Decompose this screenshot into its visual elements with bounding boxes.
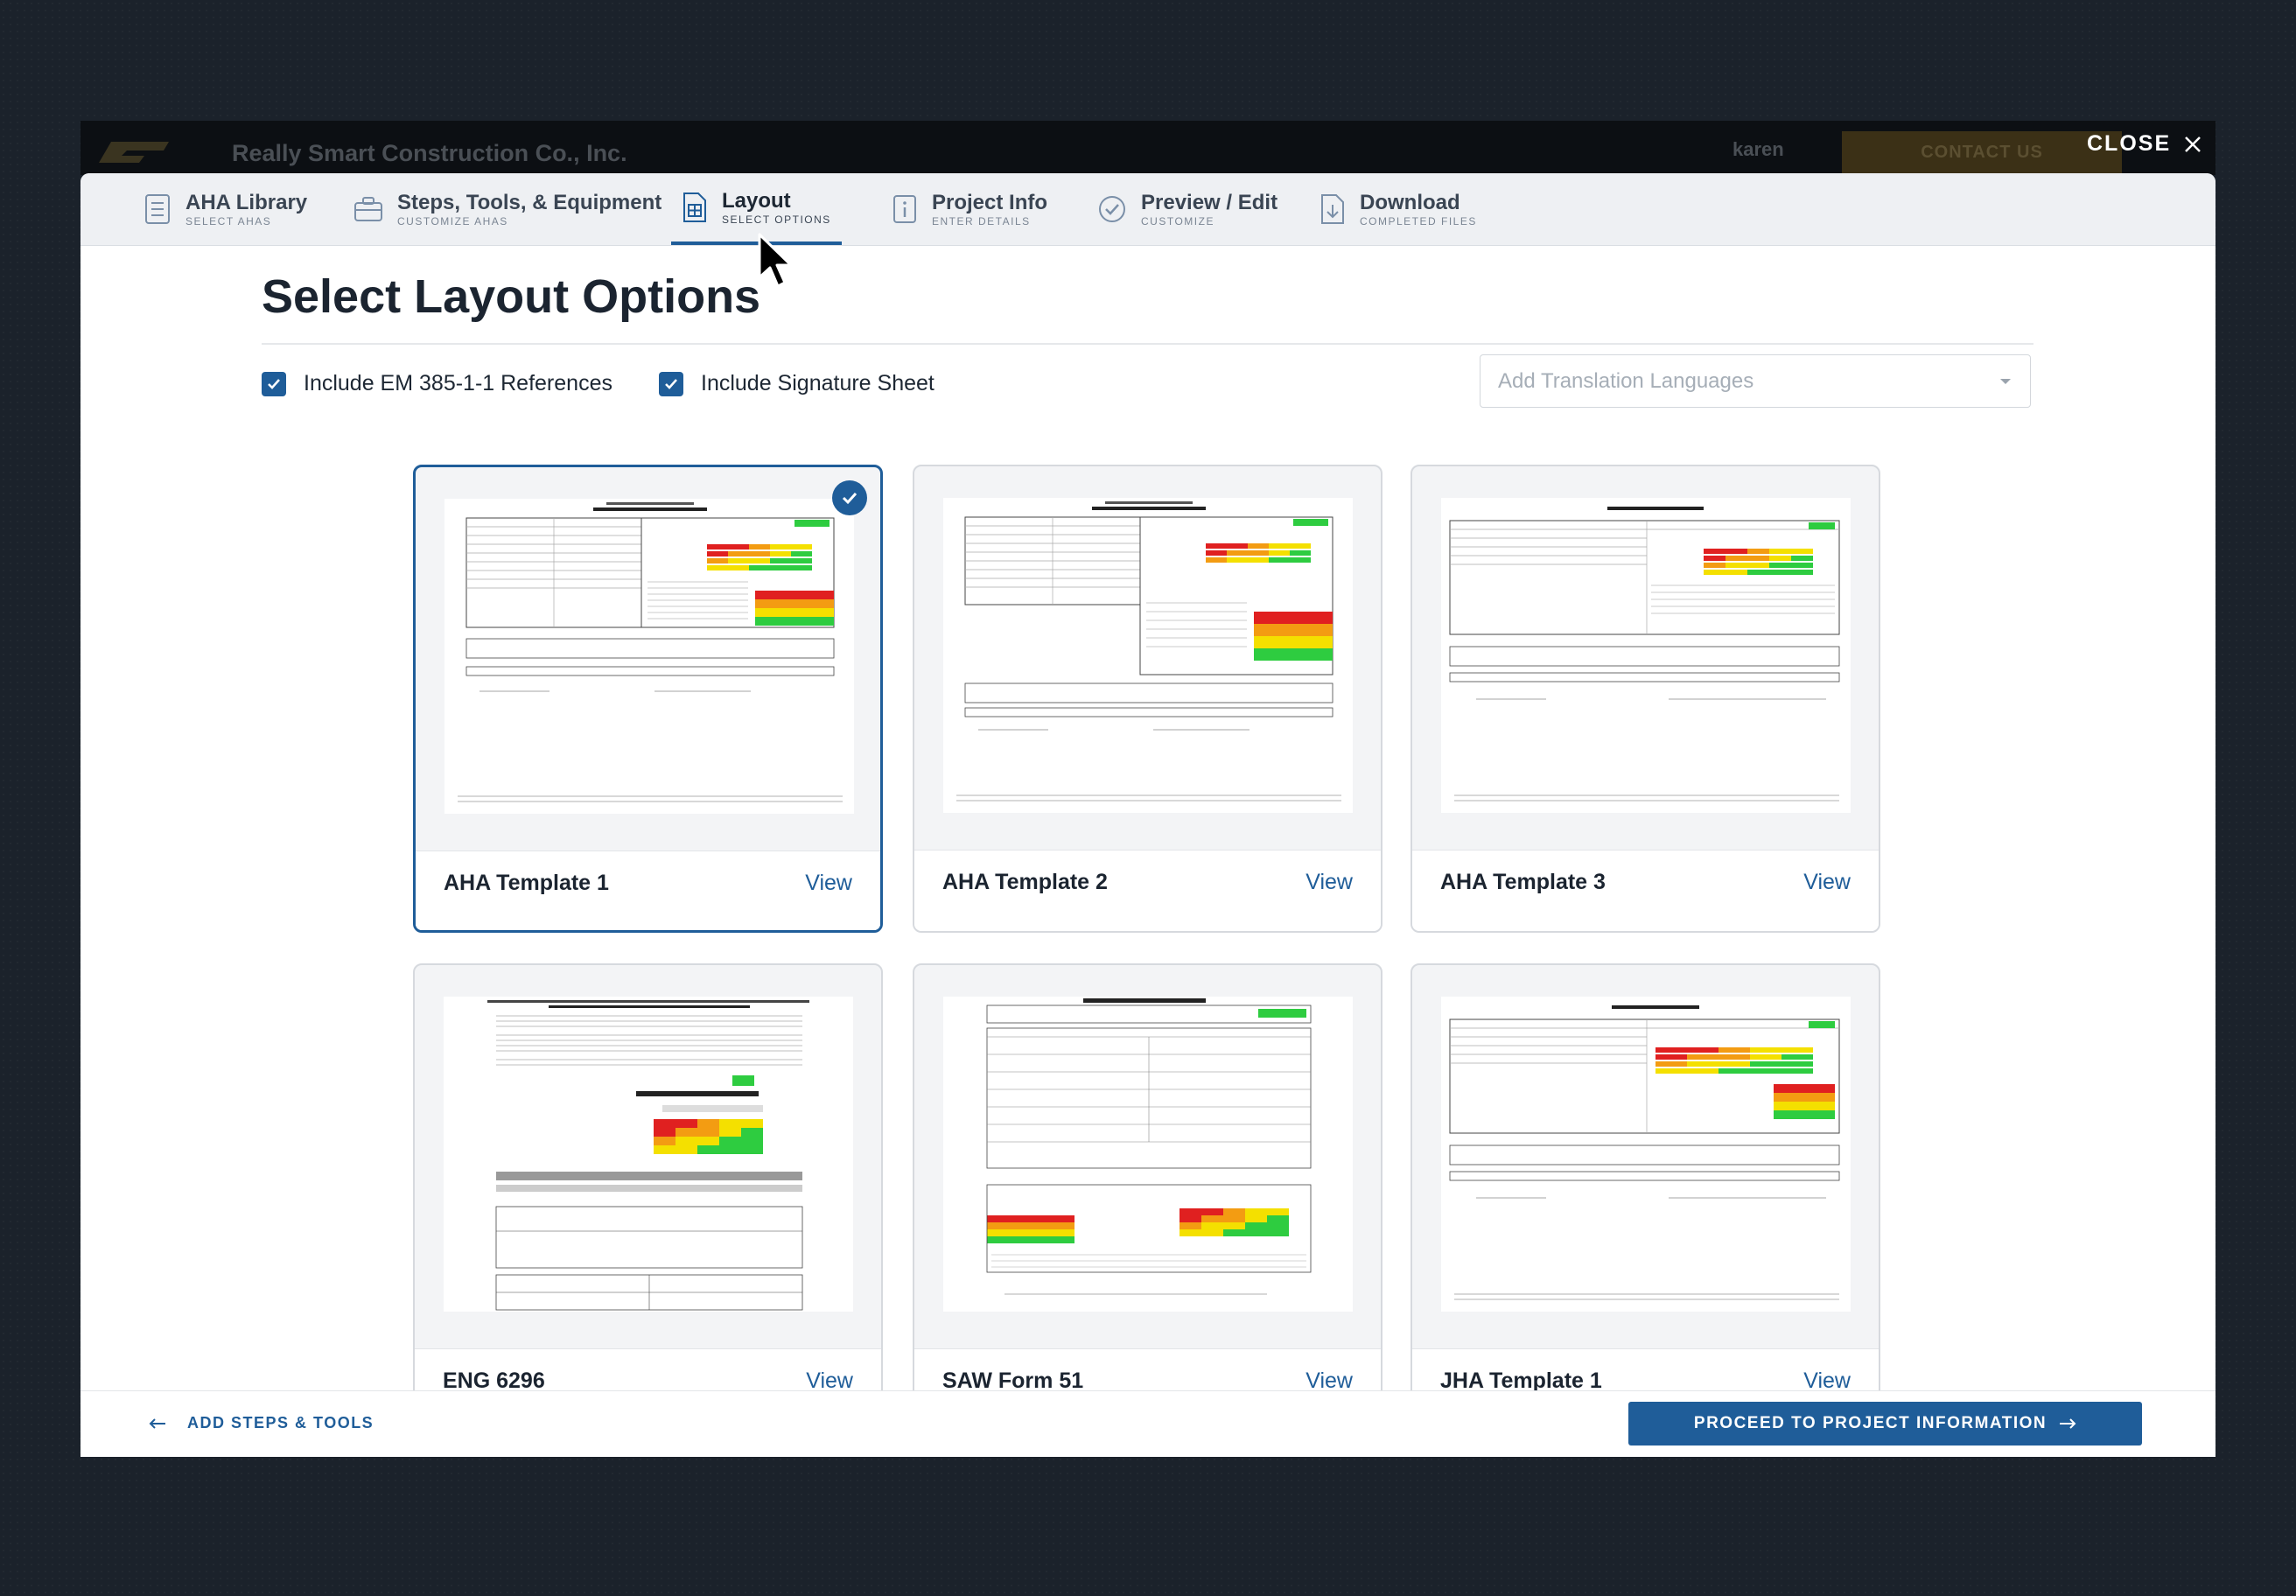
back-label: ADD STEPS & TOOLS: [187, 1414, 374, 1432]
title-divider: [262, 343, 2034, 345]
view-template-link[interactable]: View: [1306, 870, 1353, 895]
template-preview: [943, 997, 1353, 1312]
template-card-aha-2[interactable]: AHA Template 2 View: [913, 465, 1382, 933]
tab-sublabel: SELECT AHAS: [186, 215, 272, 228]
mouse-cursor-icon: [758, 233, 793, 288]
tab-sublabel: ENTER DETAILS: [932, 215, 1031, 228]
contact-us-button: CONTACT US: [1842, 131, 2122, 173]
em385-label: Include EM 385-1-1 References: [304, 371, 612, 396]
company-logo-icon: [99, 142, 169, 163]
close-button[interactable]: CLOSE: [2087, 131, 2202, 157]
tab-sublabel: CUSTOMIZE AHAS: [397, 215, 508, 228]
tab-label: AHA Library: [186, 191, 308, 214]
toolbox-icon: [354, 197, 382, 221]
translation-placeholder: Add Translation Languages: [1498, 368, 1754, 393]
tab-preview-edit[interactable]: Preview / Edit CUSTOMIZE: [1087, 173, 1288, 245]
proceed-label: PROCEED TO PROJECT INFORMATION: [1693, 1414, 2048, 1432]
template-preview: [1441, 498, 1851, 813]
view-template-link[interactable]: View: [805, 871, 852, 896]
download-file-icon: [1321, 194, 1344, 224]
template-name: AHA Template 2: [942, 870, 1108, 894]
translation-languages-select[interactable]: Add Translation Languages: [1480, 354, 2031, 408]
view-template-link[interactable]: View: [1803, 870, 1851, 895]
template-name: AHA Template 3: [1440, 870, 1606, 894]
em385-checkbox[interactable]: Include EM 385-1-1 References: [262, 371, 612, 396]
signature-sheet-checkbox[interactable]: Include Signature Sheet: [659, 371, 934, 396]
add-steps-tools-back-button[interactable]: ADD STEPS & TOOLS: [149, 1414, 374, 1432]
template-card-footer: AHA Template 1 View: [416, 850, 880, 930]
tab-download[interactable]: Download COMPLETED FILES: [1309, 173, 1488, 245]
template-card-footer: AHA Template 3 View: [1412, 850, 1879, 931]
document-layout-icon: [683, 192, 706, 222]
close-icon: [2185, 136, 2202, 152]
tab-steps-tools[interactable]: Steps, Tools, & Equipment CUSTOMIZE AHAS: [343, 173, 672, 245]
company-name: Really Smart Construction Co., Inc.: [232, 140, 627, 166]
tab-sublabel: COMPLETED FILES: [1360, 215, 1477, 228]
tab-label: Preview / Edit: [1141, 191, 1278, 214]
tab-project-info[interactable]: Project Info ENTER DETAILS: [881, 173, 1058, 245]
check-circle-icon: [1099, 196, 1125, 222]
checkbox-checked-icon: [262, 371, 286, 396]
page-title: Select Layout Options: [262, 270, 761, 323]
template-preview: [943, 498, 1353, 813]
proceed-to-project-info-button[interactable]: PROCEED TO PROJECT INFORMATION: [1628, 1402, 2142, 1446]
user-name: karen: [1732, 138, 1784, 160]
template-preview: [444, 997, 853, 1312]
template-card-saw-form-51[interactable]: SAW Form 51 View: [913, 963, 1382, 1432]
tab-sublabel: CUSTOMIZE: [1141, 215, 1214, 228]
template-card-aha-3[interactable]: AHA Template 3 View: [1410, 465, 1880, 933]
template-card-eng-6296[interactable]: ENG 6296 View: [413, 963, 883, 1432]
signature-sheet-label: Include Signature Sheet: [701, 371, 934, 396]
layout-modal: AHA Library SELECT AHAS Steps, Tools, & E…: [80, 173, 2216, 1457]
wizard-footer: ADD STEPS & TOOLS PROCEED TO PROJECT INF…: [80, 1390, 2216, 1457]
close-label: CLOSE: [2087, 131, 2172, 156]
tab-label: Project Info: [932, 191, 1048, 214]
tab-aha-library[interactable]: AHA Library SELECT AHAS: [133, 173, 318, 245]
template-preview: [444, 499, 854, 814]
template-preview: [1441, 997, 1851, 1312]
arrow-left-icon: [149, 1418, 165, 1429]
tab-sublabel: SELECT OPTIONS: [722, 214, 831, 226]
chevron-down-icon: [2000, 378, 2011, 384]
arrow-right-icon: [2060, 1418, 2076, 1429]
template-card-footer: AHA Template 2 View: [914, 850, 1381, 931]
tab-label: Steps, Tools, & Equipment: [397, 191, 662, 214]
tab-label: Download: [1360, 191, 1460, 214]
wizard-tabs: AHA Library SELECT AHAS Steps, Tools, & E…: [80, 173, 2216, 246]
checkbox-checked-icon: [659, 371, 683, 396]
info-icon: [893, 195, 916, 223]
template-name: AHA Template 1: [444, 871, 609, 895]
list-icon: [145, 194, 170, 224]
template-card-aha-1[interactable]: AHA Template 1 View: [413, 465, 883, 933]
template-card-jha-1[interactable]: JHA Template 1 View: [1410, 963, 1880, 1432]
tab-label: Layout: [722, 189, 791, 213]
selected-check-icon: [832, 480, 867, 515]
